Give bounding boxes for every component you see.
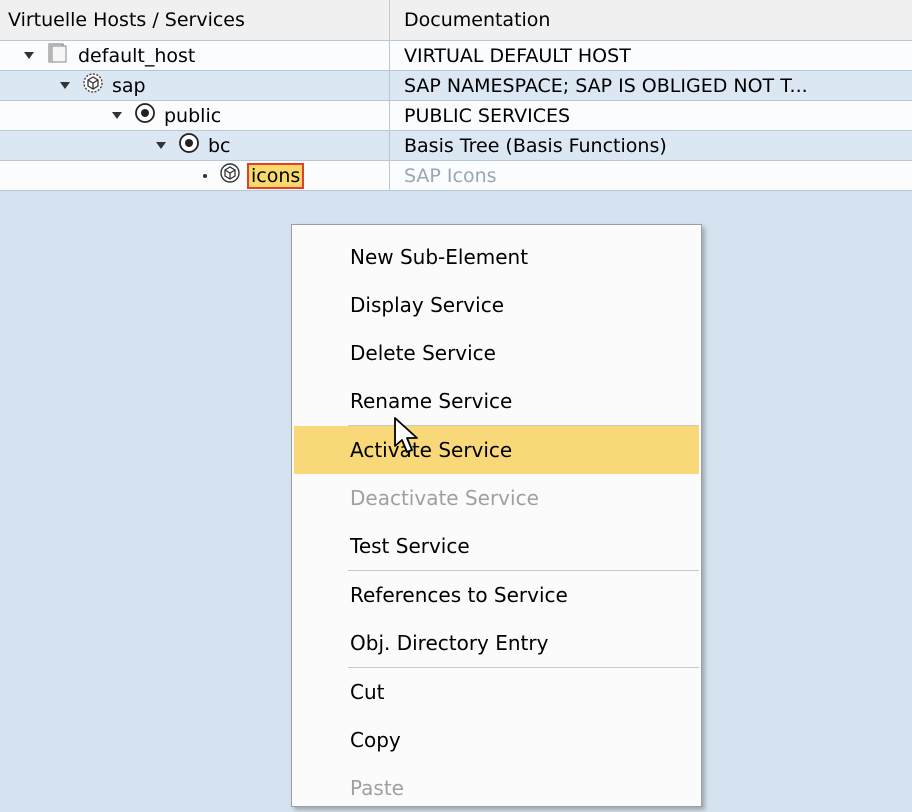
tree-cell: bc <box>0 131 390 160</box>
service-node-icon <box>178 132 200 159</box>
menu-item-delete-service[interactable]: Delete Service <box>294 329 699 377</box>
menu-item-activate-service[interactable]: Activate Service <box>294 426 699 474</box>
documentation-cell: PUBLIC SERVICES <box>404 104 571 127</box>
expand-caret-icon[interactable] <box>112 112 122 119</box>
service-tree-table: Virtuelle Hosts / Services Documentation… <box>0 0 912 191</box>
tree-row-icons[interactable]: icons SAP Icons <box>0 161 912 191</box>
tree-row-default-host[interactable]: default_host VIRTUAL DEFAULT HOST <box>0 41 912 71</box>
namespace-icon <box>82 72 104 99</box>
menu-item-references-to-service[interactable]: References to Service <box>294 571 699 619</box>
table-header: Virtuelle Hosts / Services Documentation <box>0 0 912 41</box>
tree-row-public[interactable]: public PUBLIC SERVICES <box>0 101 912 131</box>
tree-node-label: default_host <box>78 44 196 67</box>
tree-cell: icons <box>0 161 390 190</box>
tree-row-sap[interactable]: sap SAP NAMESPACE; SAP IS OBLIGED NOT T.… <box>0 71 912 101</box>
leaf-bullet-icon <box>203 173 207 178</box>
tree-cell: default_host <box>0 41 390 70</box>
expand-caret-icon[interactable] <box>60 82 70 89</box>
menu-item-display-service[interactable]: Display Service <box>294 281 699 329</box>
column-header-documentation[interactable]: Documentation <box>390 0 912 40</box>
menu-item-new-sub-element[interactable]: New Sub-Element <box>294 233 699 281</box>
service-node-icon <box>134 102 156 129</box>
menu-item-cut[interactable]: Cut <box>294 668 699 716</box>
tree-node-label: bc <box>208 134 231 157</box>
documentation-cell: Basis Tree (Basis Functions) <box>404 134 667 157</box>
menu-item-obj-directory-entry[interactable]: Obj. Directory Entry <box>294 619 699 667</box>
tree-node-label: public <box>164 104 222 127</box>
menu-item-test-service[interactable]: Test Service <box>294 522 699 570</box>
host-folder-icon <box>46 42 70 69</box>
documentation-cell: VIRTUAL DEFAULT HOST <box>404 44 631 67</box>
documentation-cell: SAP Icons <box>404 164 497 187</box>
documentation-cell: SAP NAMESPACE; SAP IS OBLIGED NOT T... <box>404 74 808 97</box>
menu-item-deactivate-service: Deactivate Service <box>350 486 539 510</box>
service-icon <box>219 162 241 189</box>
tree-cell: public <box>0 101 390 130</box>
tree-node-label: sap <box>112 74 146 97</box>
context-menu: New Sub-Element Display Service Delete S… <box>291 224 702 807</box>
tree-row-bc[interactable]: bc Basis Tree (Basis Functions) <box>0 131 912 161</box>
menu-item-rename-service[interactable]: Rename Service <box>294 377 699 425</box>
expand-caret-icon[interactable] <box>24 52 34 59</box>
expand-caret-icon[interactable] <box>156 142 166 149</box>
menu-item-paste: Paste <box>350 776 404 800</box>
column-header-hosts[interactable]: Virtuelle Hosts / Services <box>0 0 390 40</box>
tree-cell: sap <box>0 71 390 100</box>
menu-item-copy[interactable]: Copy <box>294 716 699 764</box>
tree-node-label-selected[interactable]: icons <box>246 162 305 189</box>
